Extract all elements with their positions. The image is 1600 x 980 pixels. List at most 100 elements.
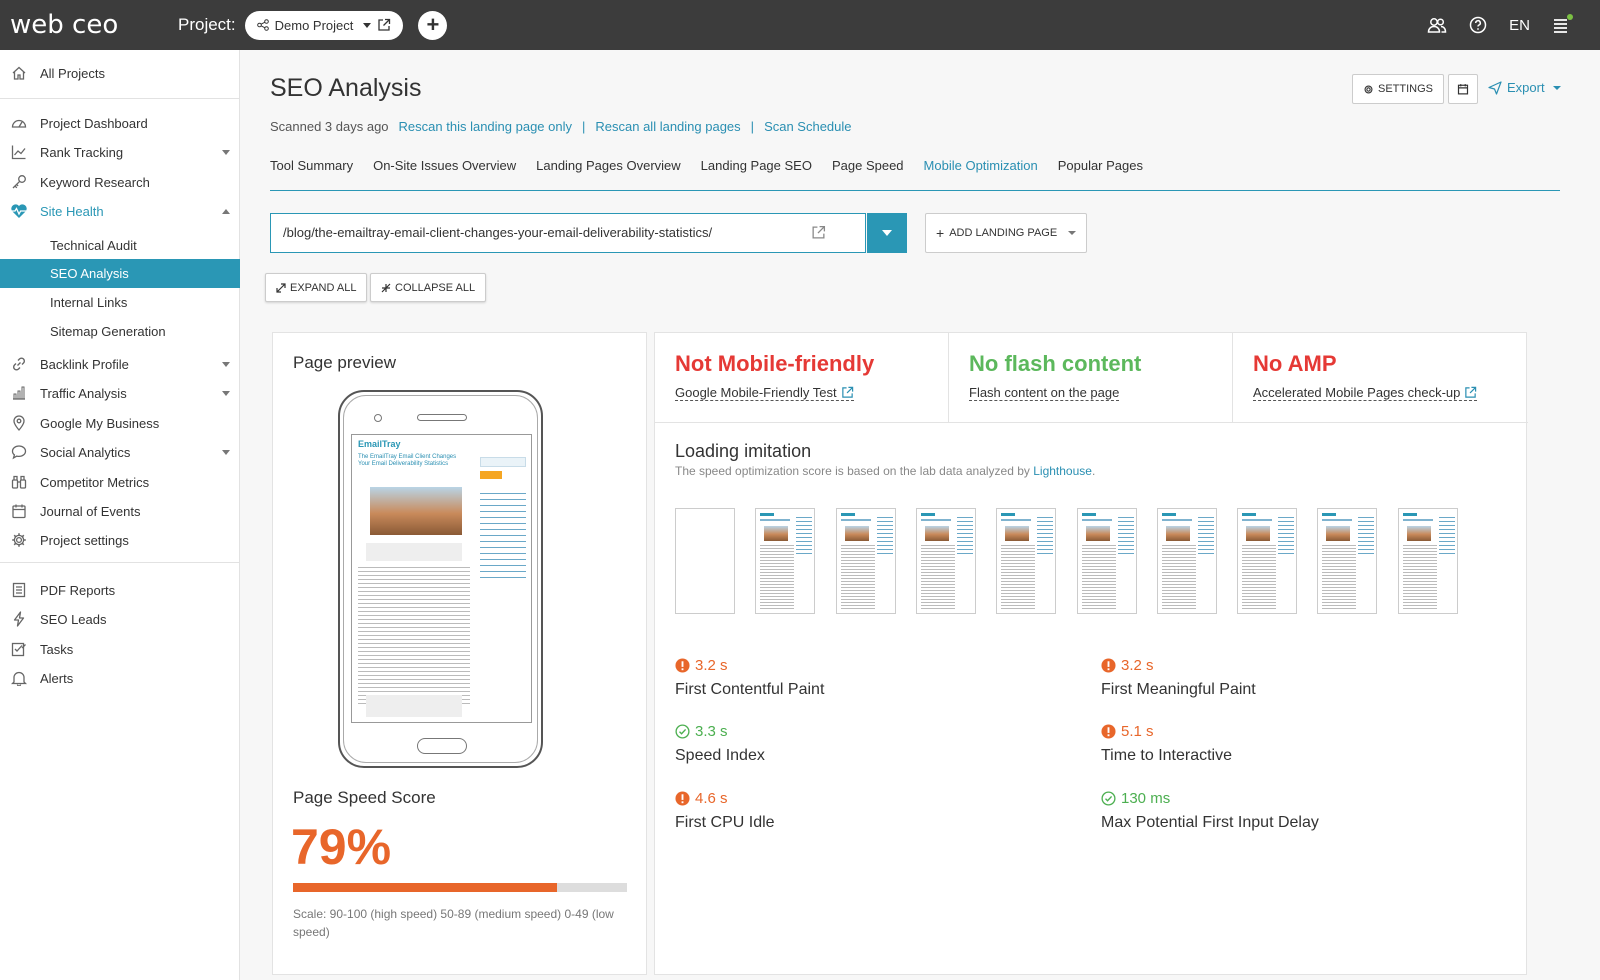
sidebar-item-competitor-metrics[interactable]: Competitor Metrics bbox=[0, 468, 240, 496]
expand-all-button[interactable]: EXPAND ALL bbox=[265, 273, 368, 302]
notification-dot bbox=[1567, 14, 1573, 20]
amp-check-link[interactable]: Accelerated Mobile Pages check-up bbox=[1253, 385, 1478, 401]
mobile-friendly-status: Not Mobile-friendly Google Mobile-Friend… bbox=[655, 333, 949, 423]
url-dropdown-button[interactable] bbox=[867, 213, 907, 253]
sidebar-item-backlink-profile[interactable]: Backlink Profile bbox=[0, 350, 240, 378]
metric-name: First Contentful Paint bbox=[675, 681, 825, 698]
scan-schedule-link[interactable]: Scan Schedule bbox=[764, 119, 851, 134]
phone-speaker bbox=[417, 414, 467, 421]
status-subtitle: Accelerated Mobile Pages check-up bbox=[1253, 385, 1461, 400]
sidebar-item-seo-analysis[interactable]: SEO Analysis bbox=[0, 259, 240, 288]
tab-page-speed[interactable]: Page Speed bbox=[832, 158, 904, 190]
sidebar-item-tasks[interactable]: Tasks bbox=[0, 635, 240, 663]
calendar-icon bbox=[10, 502, 28, 520]
metric-value: 3.2 s bbox=[1121, 657, 1154, 674]
link-icon bbox=[10, 355, 28, 373]
checklist-icon bbox=[10, 640, 28, 658]
send-icon bbox=[1488, 80, 1502, 95]
sidebar-item-keyword-research[interactable]: Keyword Research bbox=[0, 168, 240, 196]
sidebar-item-label: Sitemap Generation bbox=[50, 323, 166, 339]
collapse-all-button[interactable]: COLLAPSE ALL bbox=[370, 273, 487, 302]
mobile-friendly-test-link[interactable]: Google Mobile-Friendly Test bbox=[675, 385, 854, 401]
scanned-time: Scanned 3 days ago bbox=[270, 119, 389, 134]
tab-landing-page-seo[interactable]: Landing Page SEO bbox=[701, 158, 812, 190]
key-icon bbox=[10, 173, 28, 191]
sidebar-item-technical-audit[interactable]: Technical Audit bbox=[0, 231, 240, 259]
sidebar-item-label: All Projects bbox=[40, 65, 106, 81]
check-circle-icon bbox=[675, 724, 690, 739]
landing-page-selector[interactable]: /blog/the-emailtray-email-client-changes… bbox=[270, 213, 907, 253]
metric-value: 130 ms bbox=[1121, 790, 1171, 807]
chevron-down-icon bbox=[222, 361, 230, 367]
sidebar-item-traffic-analysis[interactable]: Traffic Analysis bbox=[0, 379, 240, 407]
sidebar-item-journal-of-events[interactable]: Journal of Events bbox=[0, 497, 240, 525]
add-landing-page-button[interactable]: + ADD LANDING PAGE bbox=[925, 213, 1088, 253]
binoculars-icon bbox=[10, 473, 28, 491]
flash-content-link[interactable]: Flash content on the page bbox=[969, 385, 1120, 401]
landing-page-url[interactable]: /blog/the-emailtray-email-client-changes… bbox=[283, 225, 712, 240]
divider bbox=[0, 562, 240, 563]
metric-name: Speed Index bbox=[675, 747, 765, 764]
sidebar-item-seo-leads[interactable]: SEO Leads bbox=[0, 605, 240, 633]
bell-icon bbox=[10, 669, 28, 687]
settings-button[interactable]: SETTINGS bbox=[1352, 74, 1445, 104]
screenshot-image bbox=[370, 487, 462, 535]
filmstrip-frame bbox=[755, 508, 816, 614]
help-icon[interactable] bbox=[1469, 16, 1487, 34]
language-selector[interactable]: EN bbox=[1509, 17, 1530, 34]
metric-name: First CPU Idle bbox=[675, 814, 775, 831]
gear-icon bbox=[1363, 84, 1374, 95]
project-selector[interactable]: Demo Project bbox=[244, 10, 404, 40]
sidebar-item-internal-links[interactable]: Internal Links bbox=[0, 288, 240, 316]
sidebar-item-pdf-reports[interactable]: PDF Reports bbox=[0, 576, 240, 604]
status-subtitle: Google Mobile-Friendly Test bbox=[675, 385, 837, 400]
gear-icon bbox=[10, 531, 28, 549]
sidebar-item-google-my-business[interactable]: Google My Business bbox=[0, 409, 240, 437]
sidebar-item-alerts[interactable]: Alerts bbox=[0, 664, 240, 692]
sidebar-item-social-analytics[interactable]: Social Analytics bbox=[0, 438, 240, 466]
rescan-all-link[interactable]: Rescan all landing pages bbox=[595, 119, 740, 134]
sidebar-item-label: Keyword Research bbox=[40, 174, 150, 190]
tab-mobile-optimization[interactable]: Mobile Optimization bbox=[924, 158, 1038, 190]
sidebar-item-project-settings[interactable]: Project settings bbox=[0, 526, 240, 554]
sidebar-item-sitemap-generation[interactable]: Sitemap Generation bbox=[0, 317, 240, 345]
page-preview-title: Page preview bbox=[293, 353, 397, 372]
external-link-icon bbox=[1464, 386, 1477, 399]
metric-first-meaningful-paint: 3.2 s First Meaningful Paint bbox=[1101, 657, 1401, 699]
sidebar-item-label: Tasks bbox=[40, 641, 74, 657]
tab-landing-pages-overview[interactable]: Landing Pages Overview bbox=[536, 158, 681, 190]
rescan-page-link[interactable]: Rescan this landing page only bbox=[399, 119, 572, 134]
export-button[interactable]: Export bbox=[1488, 80, 1561, 95]
metric-value: 3.3 s bbox=[695, 723, 728, 740]
webceo-logo[interactable]: web ceo bbox=[10, 10, 158, 40]
tab-tool-summary[interactable]: Tool Summary bbox=[270, 158, 353, 190]
page-speed-bar bbox=[293, 883, 627, 892]
metric-name: Time to Interactive bbox=[1101, 747, 1233, 764]
external-link-icon[interactable] bbox=[811, 225, 826, 240]
menu-icon[interactable] bbox=[1552, 14, 1573, 33]
sidebar-item-label: PDF Reports bbox=[40, 582, 116, 598]
filmstrip-frame bbox=[996, 508, 1057, 614]
sidebar-item-all-projects[interactable]: All Projects bbox=[0, 59, 240, 87]
calendar-button[interactable] bbox=[1448, 74, 1478, 104]
tab-on-site-issues-overview[interactable]: On-Site Issues Overview bbox=[373, 158, 516, 190]
sidebar-item-site-health[interactable]: Site Health bbox=[0, 197, 240, 225]
sidebar-item-rank-tracking[interactable]: Rank Tracking bbox=[0, 138, 240, 166]
phone-home-button bbox=[417, 738, 467, 754]
chevron-up-icon bbox=[222, 208, 230, 214]
sidebar-item-project-dashboard[interactable]: Project Dashboard bbox=[0, 109, 240, 137]
add-project-button[interactable]: + bbox=[418, 10, 448, 40]
caret-down-icon bbox=[1552, 85, 1561, 90]
filmstrip-frame bbox=[915, 508, 976, 614]
external-link-icon[interactable] bbox=[377, 18, 391, 32]
heartbeat-icon bbox=[10, 202, 28, 220]
project-label: Project: bbox=[178, 15, 236, 34]
metric-first-contentful-paint: 3.2 s First Contentful Paint bbox=[675, 657, 975, 699]
lighthouse-link[interactable]: Lighthouse bbox=[1033, 464, 1092, 478]
status-title: No flash content bbox=[969, 351, 1142, 376]
tab-popular-pages[interactable]: Popular Pages bbox=[1058, 158, 1143, 190]
sidebar-item-label: Technical Audit bbox=[50, 237, 137, 253]
chevron-down-icon bbox=[222, 390, 230, 396]
metric-first-cpu-idle: 4.6 s First CPU Idle bbox=[675, 790, 975, 832]
users-icon[interactable] bbox=[1427, 17, 1447, 33]
